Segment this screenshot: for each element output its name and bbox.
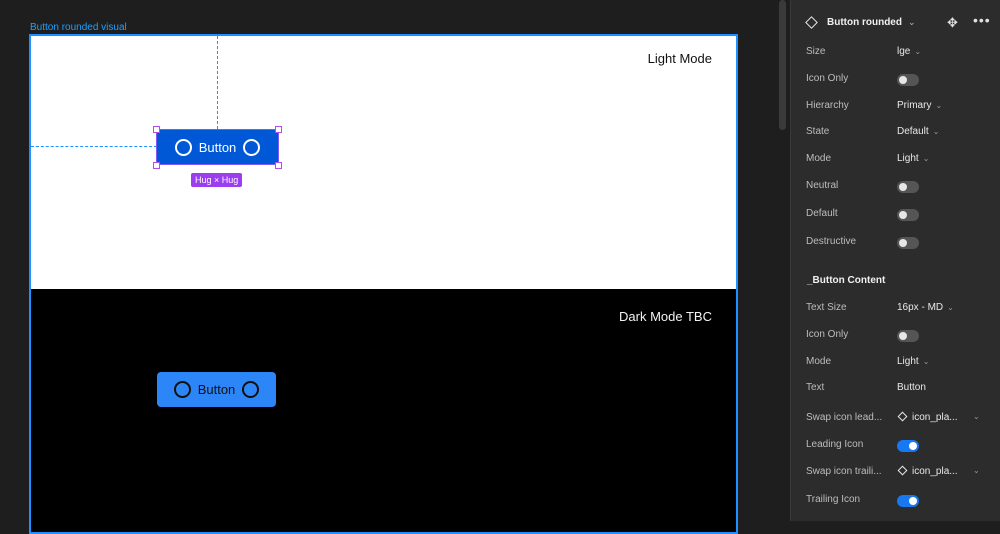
instance-swap-dropdown[interactable]: icon_pla... ⌄ [897,411,980,423]
prop-label: Default [806,208,838,219]
properties-panel: Button rounded ⌄ ✥ ••• Size lge ⌄ Icon On… [790,0,1000,521]
button-label: Button [197,382,236,397]
prop-swap-trailing-icon[interactable]: Swap icon traili... icon_pla... ⌄ [791,464,1000,482]
resize-handle-bottom-right[interactable] [275,162,282,169]
prop-content-mode[interactable]: Mode Light ⌄ [791,354,1000,372]
prop-content-icon-only[interactable]: Icon Only [791,327,1000,345]
component-instance-icon [805,16,818,29]
toggle-switch[interactable] [897,495,919,507]
toggle-switch[interactable] [897,209,919,221]
resize-handle-top-left[interactable] [153,126,160,133]
hug-size-badge: Hug × Hug [191,173,243,187]
prop-dropdown[interactable]: Default ⌄ [897,126,939,137]
component-name[interactable]: Button rounded [827,17,902,28]
trailing-circle-icon [242,381,260,398]
prop-label: Size [806,46,826,57]
chevron-down-icon: ⌄ [914,47,922,56]
instance-swap-dropdown[interactable]: icon_pla... ⌄ [897,465,980,477]
chevron-down-icon: ⌄ [922,357,930,366]
component-header[interactable]: Button rounded ⌄ ✥ ••• [791,12,1000,34]
prop-text-size[interactable]: Text Size 16px - MD ⌄ [791,300,1000,318]
prop-label: Hierarchy [806,100,849,111]
prop-trailing-icon[interactable]: Trailing Icon [791,492,1000,510]
dark-mode-section[interactable]: Dark Mode TBC Button [31,289,736,532]
prop-text[interactable]: Text Button [791,380,1000,398]
prop-label: Mode [806,356,832,367]
component-instance-icon [897,411,908,422]
prop-label: Neutral [806,180,839,191]
go-to-main-component-icon[interactable]: ✥ [947,15,958,31]
chevron-down-icon: ⌄ [973,466,980,475]
prop-swap-leading-icon[interactable]: Swap icon lead... icon_pla... ⌄ [791,410,1000,428]
prop-label: Trailing Icon [806,494,861,505]
more-options-icon[interactable]: ••• [973,12,991,28]
light-mode-button[interactable]: Button [156,129,279,165]
prop-label: Text [806,382,825,393]
prop-label: Icon Only [806,73,849,84]
prop-mode[interactable]: Mode Light ⌄ [791,151,1000,169]
chevron-down-icon: ⌄ [973,412,980,421]
prop-default[interactable]: Default [791,206,1000,224]
toggle-switch[interactable] [897,74,919,86]
prop-hierarchy[interactable]: Hierarchy Primary ⌄ [791,98,1000,116]
resize-handle-bottom-left[interactable] [153,162,160,169]
prop-dropdown[interactable]: lge ⌄ [897,46,921,57]
chevron-down-icon: ⌄ [922,154,930,163]
prop-label: Icon Only [806,329,849,340]
prop-label: Mode [806,153,832,164]
button-visual-frame[interactable]: Light Mode Button Hug × Hug Dark Mode TB… [29,34,738,534]
button-label: Button [198,139,237,155]
dark-mode-title: Dark Mode TBC [619,309,712,324]
prop-destructive[interactable]: Destructive [791,234,1000,252]
dark-mode-button[interactable]: Button [157,372,276,407]
leading-circle-icon [174,138,192,156]
chevron-down-icon: ⌄ [947,303,954,312]
prop-dropdown[interactable]: Light ⌄ [897,356,929,367]
light-mode-section[interactable]: Light Mode Button Hug × Hug [31,36,736,289]
prop-label: Destructive [806,236,857,247]
resize-handle-top-right[interactable] [275,126,282,133]
toggle-switch[interactable] [897,181,919,193]
prop-label: State [806,126,830,137]
horizontal-guide-line [31,146,157,147]
component-instance-icon [897,465,908,476]
prop-label: Leading Icon [806,439,864,450]
prop-leading-icon[interactable]: Leading Icon [791,437,1000,455]
design-canvas[interactable]: Button rounded visual Light Mode Button … [0,0,790,534]
chevron-down-icon: ⌄ [932,127,940,136]
prop-dropdown[interactable]: 16px - MD ⌄ [897,302,954,313]
prop-state[interactable]: State Default ⌄ [791,124,1000,142]
vertical-guide-line [217,36,218,129]
prop-icon-only[interactable]: Icon Only [791,71,1000,89]
prop-dropdown[interactable]: Light ⌄ [897,153,929,164]
toggle-switch[interactable] [897,237,919,249]
prop-label: Swap icon lead... [806,412,883,423]
chevron-down-icon: ⌄ [935,101,943,110]
canvas-scrollbar[interactable] [779,0,786,130]
trailing-circle-icon [243,138,261,156]
prop-dropdown[interactable]: Primary ⌄ [897,100,942,111]
prop-size[interactable]: Size lge ⌄ [791,44,1000,62]
prop-label: Swap icon traili... [806,466,882,477]
toggle-switch[interactable] [897,330,919,342]
toggle-switch[interactable] [897,440,919,452]
leading-circle-icon [173,381,191,398]
frame-label[interactable]: Button rounded visual [30,22,127,33]
light-mode-title: Light Mode [647,51,712,66]
prop-label: Text Size [806,302,847,313]
chevron-down-icon[interactable]: ⌄ [908,17,916,28]
prop-neutral[interactable]: Neutral [791,178,1000,196]
section-title-button-content: _Button Content [807,275,886,286]
prop-text-value[interactable]: Button [897,382,926,393]
